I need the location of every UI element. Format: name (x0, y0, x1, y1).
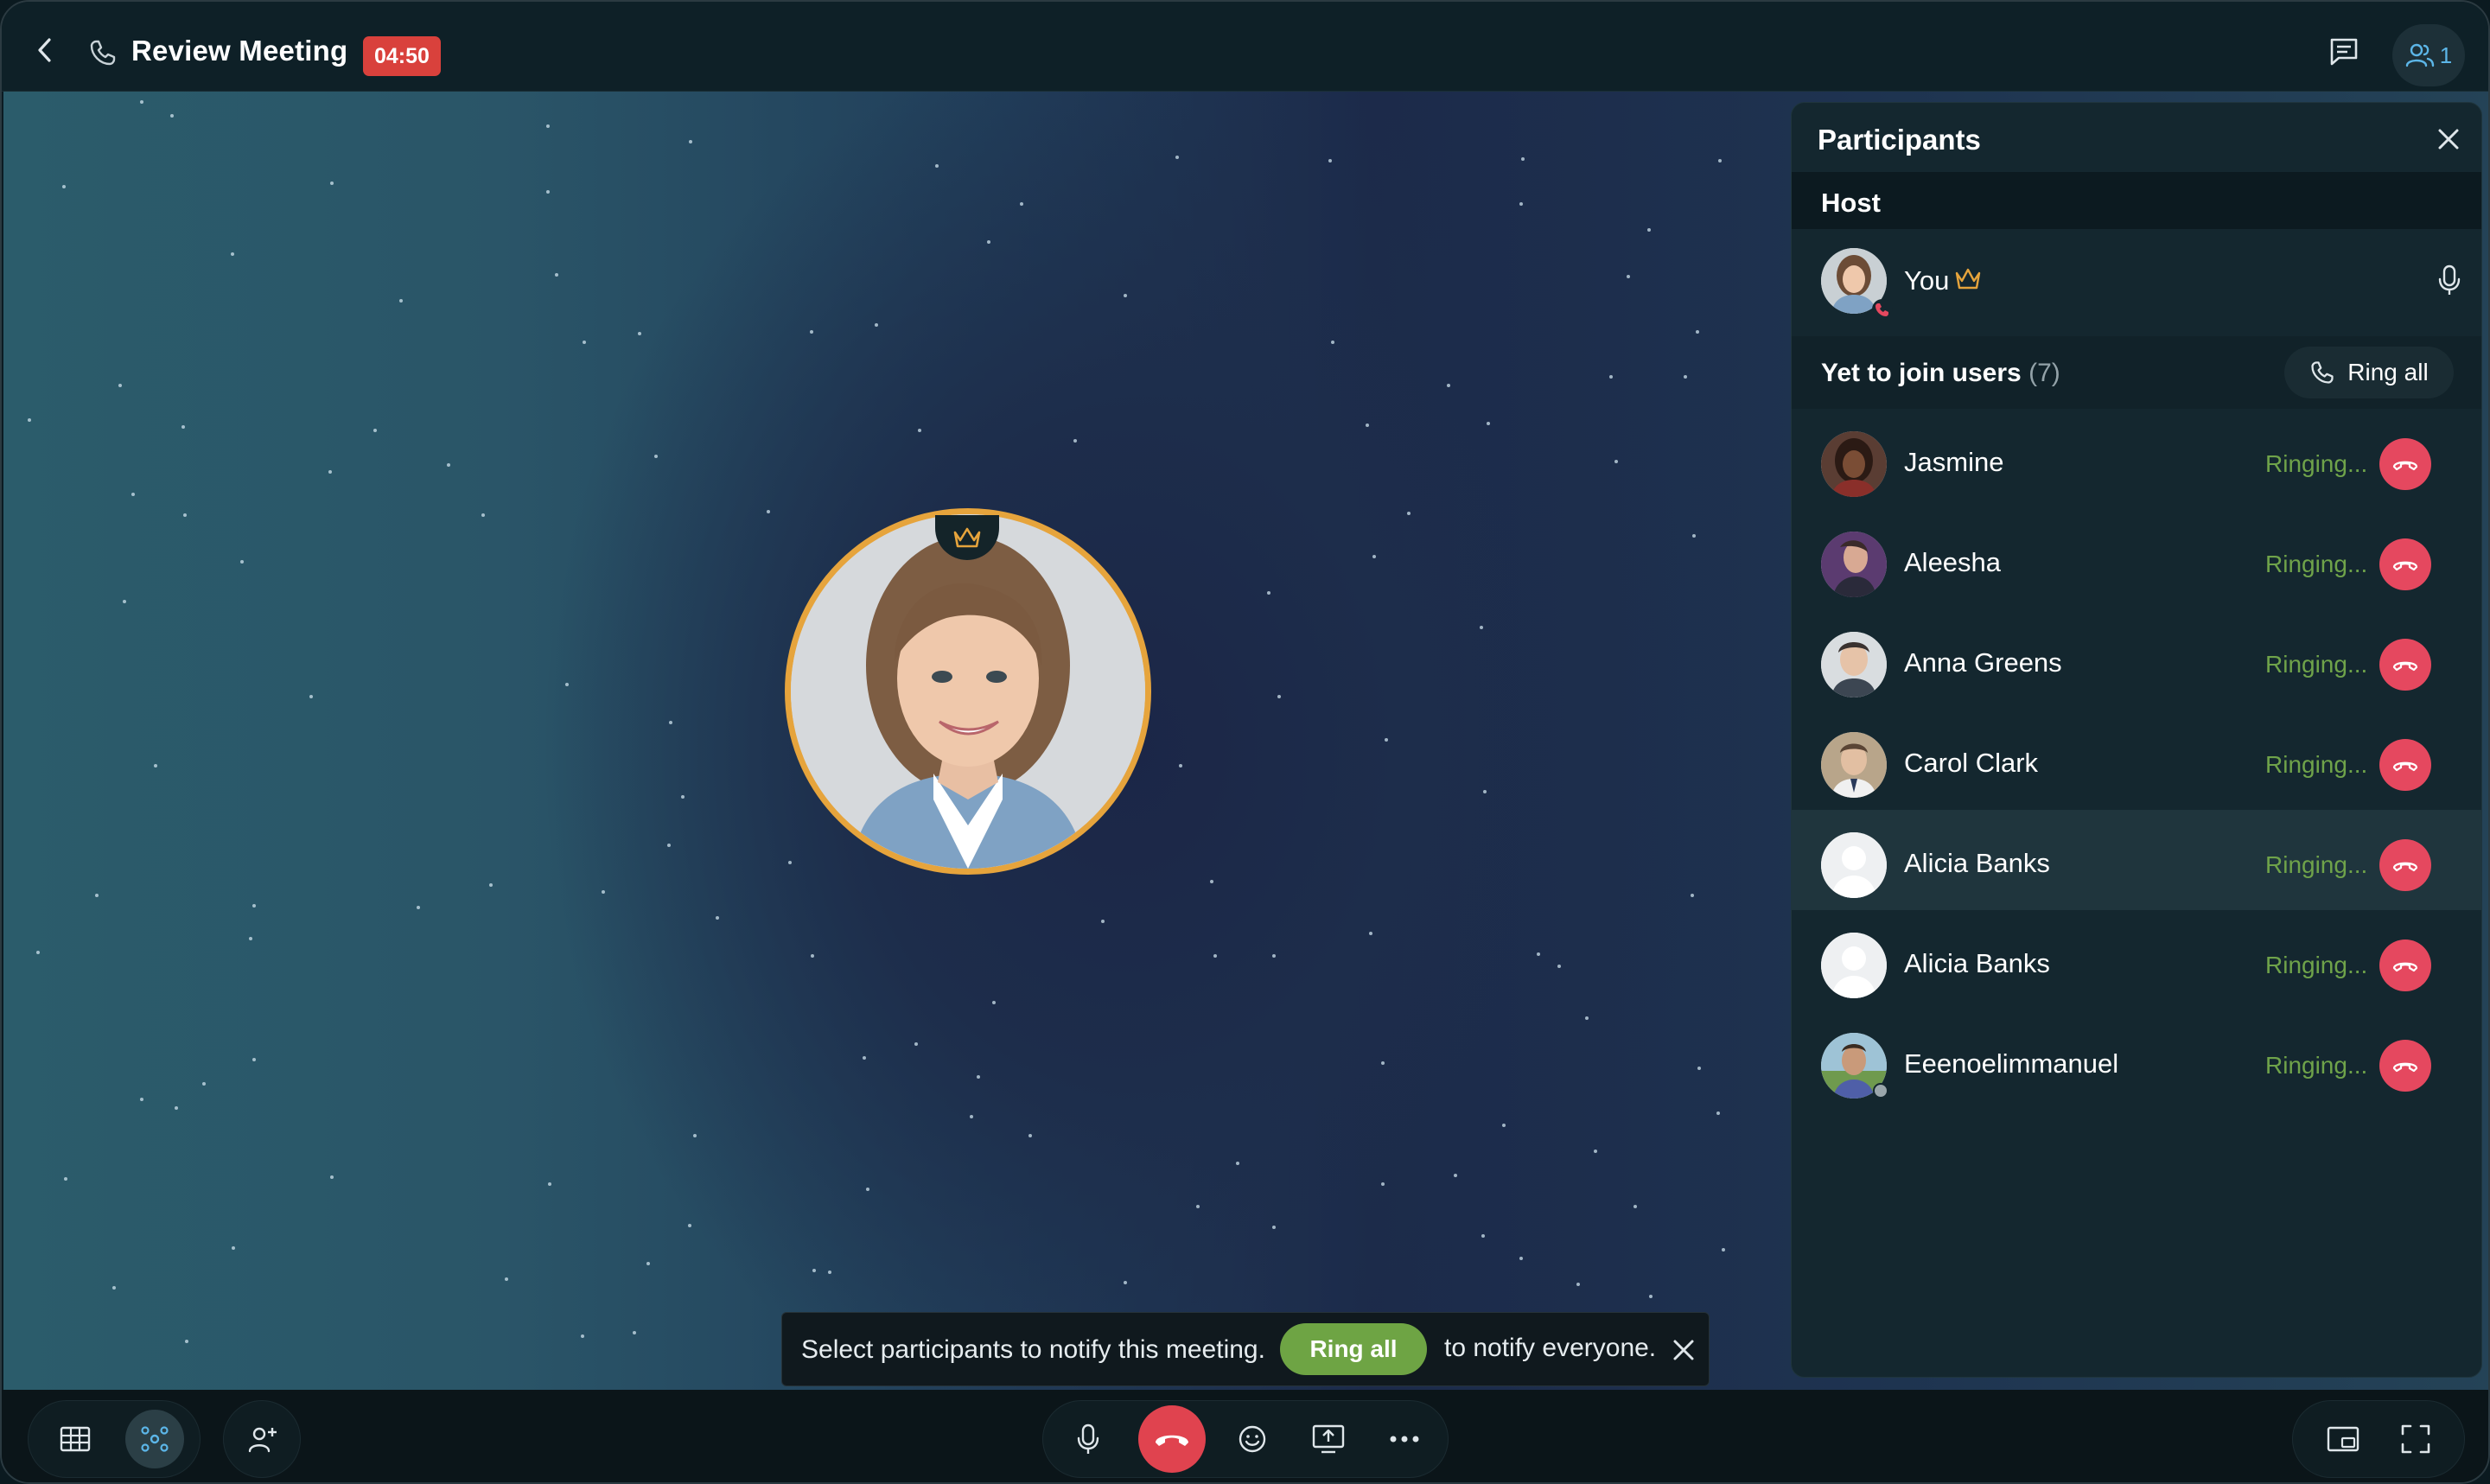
bottom-toolbar (2, 1390, 2488, 1482)
participant-name: Aleesha (1904, 547, 2002, 577)
participant-name: Alicia Banks (1904, 948, 2050, 978)
panel-ring-all-button[interactable]: Ring all (2284, 347, 2454, 398)
decline-call-button[interactable] (2379, 939, 2431, 991)
participant-name: Eeenoelimmanuel (1904, 1048, 2119, 1079)
list-item[interactable]: Carol Clark Ringing... (1792, 710, 2481, 810)
participant-status: Ringing... (2265, 851, 2368, 878)
close-icon[interactable] (2433, 124, 2464, 155)
yet-to-join-count: (7) (2028, 359, 2060, 387)
avatar (1821, 532, 1887, 597)
list-item[interactable]: Eeenoelimmanuel Ringing... (1792, 1010, 2481, 1111)
avatar-placeholder (1821, 832, 1887, 898)
participant-status: Ringing... (2265, 1052, 2368, 1079)
decline-call-button[interactable] (2379, 438, 2431, 490)
hang-up-icon (2392, 461, 2418, 471)
decline-call-button[interactable] (2379, 538, 2431, 590)
hang-up-icon (2392, 561, 2418, 571)
app-window: Review Meeting 04:50 1 Select participan… (0, 0, 2490, 1484)
decline-call-button[interactable] (2379, 1040, 2431, 1092)
picture-in-picture-icon[interactable] (2314, 1410, 2372, 1468)
hang-up-icon (2392, 1062, 2418, 1073)
meeting-title: Review Meeting (131, 35, 348, 67)
end-call-icon (1156, 1435, 1188, 1446)
avatar (1821, 431, 1887, 497)
decline-call-button[interactable] (2379, 839, 2431, 891)
host-video-avatar[interactable] (785, 508, 1151, 875)
emoji-icon[interactable] (1223, 1410, 1282, 1468)
crown-icon (1955, 268, 1981, 290)
participants-toggle-button[interactable]: 1 (2392, 24, 2465, 86)
network-view-icon[interactable] (125, 1410, 184, 1468)
toast-message: Select participants to notify this meeti… (801, 1335, 1265, 1364)
list-item[interactable]: Anna Greens Ringing... (1792, 609, 2481, 710)
toast-message-suffix: to notify everyone. (1444, 1334, 1657, 1362)
more-icon[interactable] (1375, 1410, 1434, 1468)
host-name: You (1904, 265, 1950, 296)
avatar-placeholder (1821, 933, 1887, 998)
phone-badge-icon (1872, 299, 1893, 320)
call-timer-badge: 04:50 (363, 36, 441, 76)
users-icon (2405, 43, 2434, 67)
yet-to-join-header: Yet to join users (7) Ring all (1792, 336, 2481, 409)
list-item[interactable]: Alicia Banks Ringing... (1792, 910, 2481, 1010)
ring-notification-toast: Select participants to notify this meeti… (781, 1312, 1710, 1386)
layout-switcher (28, 1400, 201, 1478)
participant-status: Ringing... (2265, 651, 2368, 678)
host-participant-row[interactable]: You (1792, 229, 2481, 326)
decline-call-button[interactable] (2379, 739, 2431, 791)
host-portrait (791, 514, 1145, 869)
toast-ring-all-button[interactable]: Ring all (1280, 1323, 1427, 1375)
participant-name: Alicia Banks (1904, 848, 2050, 878)
back-arrow-icon[interactable] (28, 33, 62, 67)
phone-icon (90, 40, 116, 66)
chat-icon[interactable] (2327, 35, 2361, 69)
hang-up-icon (2392, 962, 2418, 972)
list-item[interactable]: Aleesha Ringing... (1792, 509, 2481, 609)
host-section-label: Host (1821, 188, 1881, 218)
yet-to-join-title: Yet to join users (7) (1821, 359, 2060, 388)
participant-name: Anna Greens (1904, 647, 2062, 678)
grid-view-icon[interactable] (46, 1410, 105, 1468)
participant-name: Jasmine (1904, 447, 2004, 477)
participant-status: Ringing... (2265, 450, 2368, 477)
hang-up-icon (2392, 862, 2418, 872)
participants-count: 1 (2439, 41, 2453, 68)
close-icon[interactable] (1669, 1335, 1698, 1365)
host-section-header: Host (1792, 172, 2481, 229)
hang-up-icon (2392, 761, 2418, 772)
decline-call-button[interactable] (2379, 639, 2431, 691)
participant-status: Ringing... (2265, 551, 2368, 577)
view-controls (2292, 1400, 2465, 1478)
panel-title: Participants (1818, 124, 1981, 156)
add-participant-pill (223, 1400, 301, 1478)
add-participant-icon[interactable] (233, 1410, 292, 1468)
avatar (1821, 632, 1887, 697)
mic-icon[interactable] (1059, 1410, 1118, 1468)
list-item[interactable]: Alicia Banks Ringing... (1792, 810, 2481, 910)
hang-up-icon (2392, 661, 2418, 672)
participant-name: Carol Clark (1904, 748, 2039, 778)
crown-icon (953, 527, 981, 548)
call-controls (1042, 1400, 1449, 1478)
yet-to-join-label: Yet to join users (1821, 359, 2022, 387)
mic-icon[interactable] (2435, 264, 2464, 296)
screen-share-icon[interactable] (1299, 1410, 1358, 1468)
participants-panel: Participants Host You Yet to join users … (1791, 102, 2482, 1378)
participant-status: Ringing... (2265, 952, 2368, 978)
avatar (1821, 732, 1887, 798)
top-bar: Review Meeting 04:50 1 (2, 2, 2488, 92)
fullscreen-icon[interactable] (2386, 1410, 2445, 1468)
end-call-button[interactable] (1138, 1405, 1206, 1473)
participant-status: Ringing... (2265, 751, 2368, 778)
ring-all-label: Ring all (2347, 359, 2429, 385)
phone-icon (2311, 361, 2334, 384)
presence-dot-icon (1873, 1083, 1888, 1099)
list-item[interactable]: Jasmine Ringing... (1792, 409, 2481, 509)
